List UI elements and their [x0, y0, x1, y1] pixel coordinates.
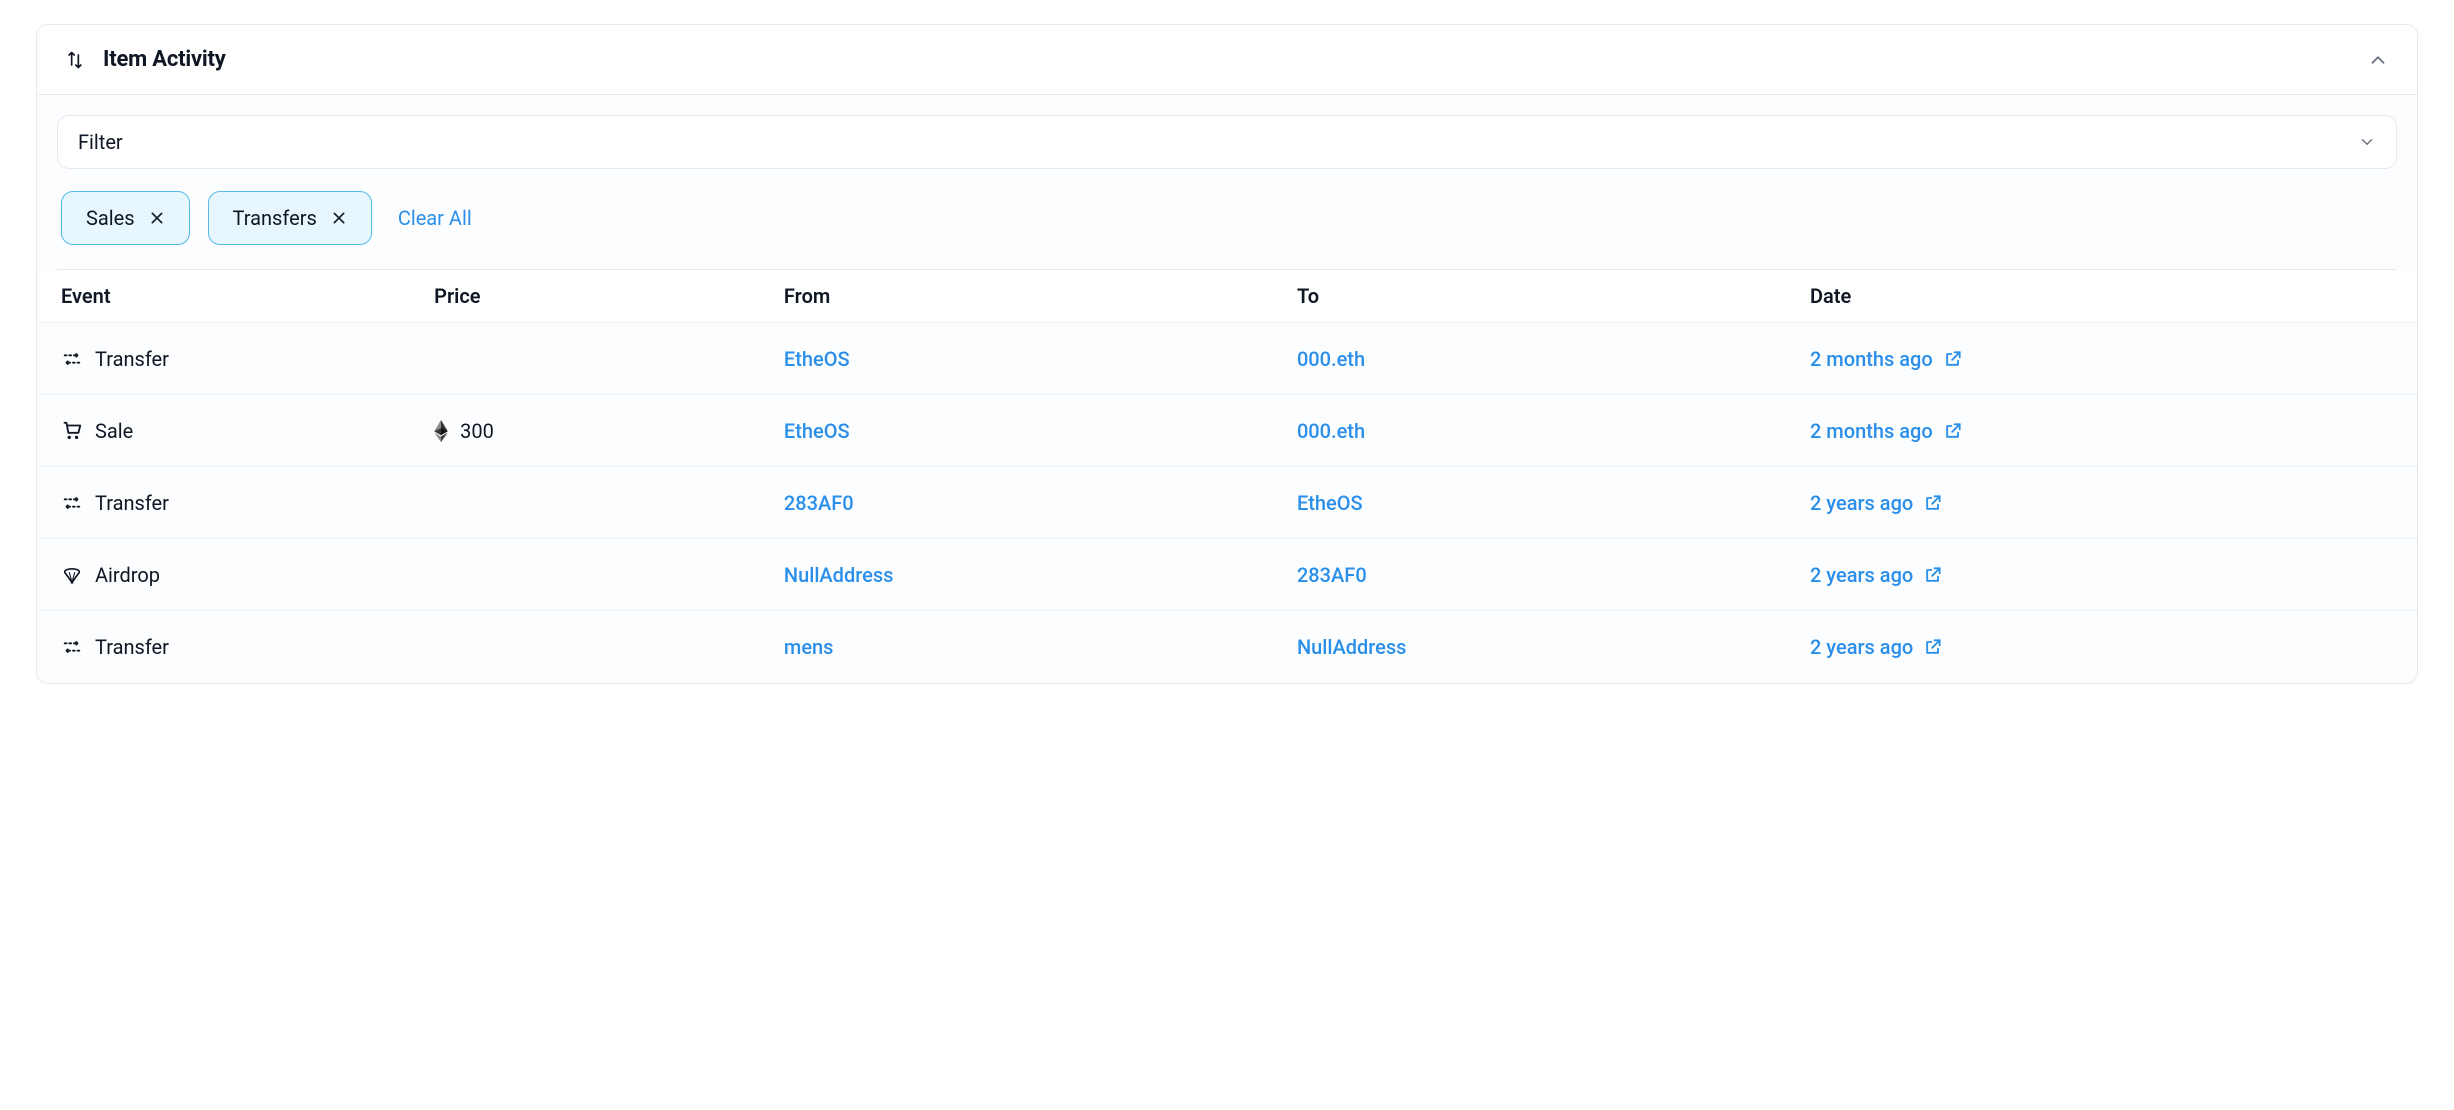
date-cell: 2 years ago	[1810, 563, 2393, 587]
from-cell: mens	[784, 635, 1297, 659]
to-link[interactable]: 000.eth	[1297, 419, 1365, 443]
filter-chip-label: Sales	[86, 206, 135, 230]
activity-table: Event Price From To Date Transfer EtheOS	[37, 270, 2417, 683]
date-cell: 2 years ago	[1810, 491, 2393, 515]
filter-chip-label: Transfers	[233, 206, 317, 230]
col-event: Event	[61, 284, 434, 308]
to-link[interactable]: EtheOS	[1297, 491, 1363, 515]
to-link[interactable]: 000.eth	[1297, 347, 1365, 371]
table-row: Transfer 283AF0 EtheOS 2 years ago	[37, 467, 2417, 539]
to-link[interactable]: 283AF0	[1297, 563, 1367, 587]
from-cell: EtheOS	[784, 419, 1297, 443]
filter-dropdown-label: Filter	[78, 130, 123, 154]
to-cell: 000.eth	[1297, 419, 1810, 443]
date-link[interactable]: 2 months ago	[1810, 347, 1933, 371]
table-row: Sale 300 EtheOS 000.eth 2 months ago	[37, 395, 2417, 467]
clear-all-button[interactable]: Clear All	[398, 206, 472, 230]
close-icon[interactable]	[331, 210, 347, 226]
from-cell: 283AF0	[784, 491, 1297, 515]
chevron-down-icon	[2358, 133, 2376, 151]
transfer-icon	[61, 636, 83, 658]
panel-header[interactable]: Item Activity	[37, 25, 2417, 95]
event-type-label: Airdrop	[95, 563, 160, 587]
price-cell: 300	[434, 419, 784, 443]
event-cell: Airdrop	[61, 563, 434, 587]
external-link-icon[interactable]	[1923, 637, 1943, 657]
date-link[interactable]: 2 months ago	[1810, 419, 1933, 443]
external-link-icon[interactable]	[1943, 421, 1963, 441]
swap-vertical-icon	[65, 50, 85, 70]
to-cell: EtheOS	[1297, 491, 1810, 515]
date-link[interactable]: 2 years ago	[1810, 563, 1913, 587]
from-link[interactable]: EtheOS	[784, 419, 850, 443]
event-cell: Sale	[61, 419, 434, 443]
chevron-up-icon[interactable]	[2367, 49, 2389, 71]
col-date: Date	[1810, 284, 2393, 308]
event-type-label: Transfer	[95, 347, 169, 371]
date-cell: 2 months ago	[1810, 347, 2393, 371]
from-cell: NullAddress	[784, 563, 1297, 587]
col-from: From	[784, 284, 1297, 308]
close-icon[interactable]	[149, 210, 165, 226]
parachute-icon	[61, 564, 83, 586]
event-cell: Transfer	[61, 635, 434, 659]
filter-chip-sales[interactable]: Sales	[61, 191, 190, 245]
event-cell: Transfer	[61, 491, 434, 515]
col-to: To	[1297, 284, 1810, 308]
date-cell: 2 years ago	[1810, 635, 2393, 659]
event-cell: Transfer	[61, 347, 434, 371]
external-link-icon[interactable]	[1943, 349, 1963, 369]
date-link[interactable]: 2 years ago	[1810, 491, 1913, 515]
external-link-icon[interactable]	[1923, 493, 1943, 513]
filter-dropdown[interactable]: Filter	[57, 115, 2397, 169]
external-link-icon[interactable]	[1923, 565, 1943, 585]
filter-chip-transfers[interactable]: Transfers	[208, 191, 372, 245]
date-link[interactable]: 2 years ago	[1810, 635, 1913, 659]
table-row: Airdrop NullAddress 283AF0 2 years ago	[37, 539, 2417, 611]
cart-icon	[61, 420, 83, 442]
table-row: Transfer EtheOS 000.eth 2 months ago	[37, 323, 2417, 395]
panel-title: Item Activity	[103, 47, 226, 72]
table-header-row: Event Price From To Date	[37, 270, 2417, 323]
event-type-label: Sale	[95, 419, 133, 443]
from-link[interactable]: mens	[784, 635, 834, 659]
event-type-label: Transfer	[95, 635, 169, 659]
date-cell: 2 months ago	[1810, 419, 2393, 443]
to-cell: 000.eth	[1297, 347, 1810, 371]
from-link[interactable]: EtheOS	[784, 347, 850, 371]
item-activity-panel: Item Activity Filter Sales Transfers Cle…	[36, 24, 2418, 684]
event-type-label: Transfer	[95, 491, 169, 515]
panel-header-left: Item Activity	[65, 47, 226, 72]
from-link[interactable]: 283AF0	[784, 491, 854, 515]
to-cell: NullAddress	[1297, 635, 1810, 659]
from-cell: EtheOS	[784, 347, 1297, 371]
from-link[interactable]: NullAddress	[784, 563, 894, 587]
to-link[interactable]: NullAddress	[1297, 635, 1407, 659]
col-price: Price	[434, 284, 784, 308]
transfer-icon	[61, 492, 83, 514]
filter-section: Filter Sales Transfers Clear All	[37, 95, 2417, 270]
to-cell: 283AF0	[1297, 563, 1810, 587]
price-value: 300	[460, 419, 494, 443]
ethereum-icon	[434, 420, 448, 442]
table-row: Transfer mens NullAddress 2 years ago	[37, 611, 2417, 683]
filter-chips-row: Sales Transfers Clear All	[57, 169, 2397, 270]
transfer-icon	[61, 348, 83, 370]
